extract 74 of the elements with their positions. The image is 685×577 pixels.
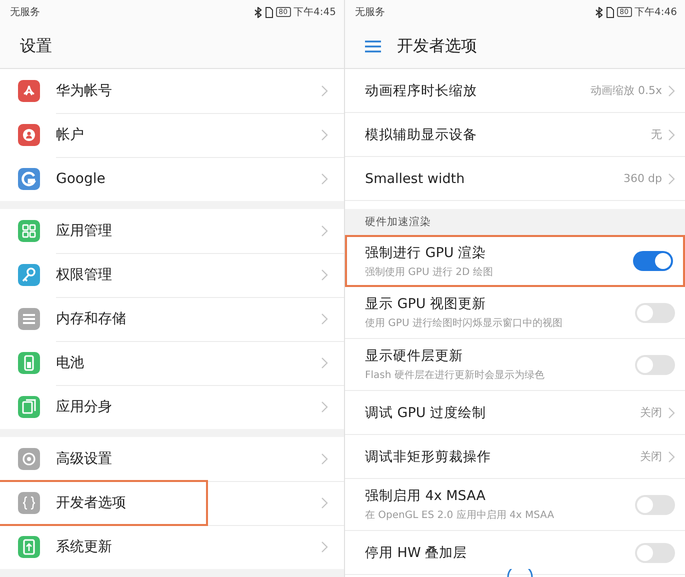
settings-item[interactable]: 权限管理: [56, 262, 112, 288]
option-title: Smallest width: [365, 170, 466, 186]
settings-item[interactable]: 内存和存储: [56, 306, 126, 332]
bluetooth-icon: [254, 6, 262, 18]
option-value: 关闭: [640, 449, 662, 464]
toggle-switch[interactable]: [635, 302, 675, 322]
sim-card-icon: [606, 6, 614, 18]
toggle-switch[interactable]: [635, 354, 675, 374]
carrier-text: 无服务: [355, 6, 385, 19]
settings-item[interactable]: 帐户: [56, 122, 84, 148]
chevron-right-icon: [321, 356, 328, 368]
developer-option-row[interactable]: 调试 GPU 过度绘制 关闭: [345, 391, 685, 435]
chevron-right-icon: [321, 268, 328, 280]
option-title: 动画程序时长缩放: [365, 82, 478, 100]
option-title: 模拟辅助显示设备: [365, 126, 478, 144]
option-title: 强制进行 GPU 渲染: [365, 244, 488, 262]
option-title: 调试 GPU 过度绘制: [365, 404, 488, 422]
chevron-right-icon: [668, 450, 675, 462]
toggle-switch[interactable]: [635, 494, 675, 514]
chevron-right-icon: [668, 128, 675, 140]
chevron-right-icon: [668, 406, 675, 418]
developer-option-row[interactable]: 强制启用 4x MSAA 在 OpenGL ES 2.0 应用中启用 4x MSAA: [345, 479, 685, 531]
option-value: 无: [651, 127, 662, 142]
settings-item[interactable]: 应用管理: [56, 218, 112, 244]
option-description: 强制使用 GPU 进行 2D 绘图: [365, 266, 494, 278]
developer-option-row[interactable]: 动画程序时长缩放 动画缩放 0.5x: [345, 69, 685, 113]
developer-option-row[interactable]: 显示 GPU 视图更新 使用 GPU 进行绘图时闪烁显示窗口中的视图: [345, 287, 685, 339]
option-title: 调试非矩形剪裁操作: [365, 448, 492, 466]
option-title: 显示 GPU 视图更新: [365, 295, 488, 313]
option-title: 显示硬件层更新: [365, 347, 464, 365]
developer-option-row[interactable]: 调试非矩形剪裁操作 关闭: [345, 435, 685, 479]
chevron-right-icon: [321, 173, 328, 185]
developer-option-row[interactable]: Smallest width 360 dp: [345, 157, 685, 201]
option-description: 使用 GPU 进行绘图时闪烁显示窗口中的视图: [365, 316, 564, 330]
developer-option-row[interactable]: 强制进行 GPU 渲染 强制使用 GPU 进行 2D 绘图: [345, 235, 685, 287]
option-title: 停用 HW 叠加层: [365, 544, 468, 562]
settings-item[interactable]: 开发者选项: [0, 482, 206, 524]
clock-text: 下午4:46: [634, 6, 677, 19]
option-title: 强制启用 4x MSAA: [365, 487, 486, 505]
settings-item[interactable]: 高级设置: [56, 446, 112, 472]
developer-option-row[interactable]: 显示硬件层更新 Flash 硬件层在进行更新时会显示为绿色: [345, 339, 685, 391]
chevron-right-icon: [321, 401, 328, 413]
toggle-switch[interactable]: [633, 251, 673, 271]
option-description: 在 OpenGL ES 2.0 应用中启用 4x MSAA: [365, 508, 556, 522]
chevron-right-icon: [321, 496, 328, 508]
carrier-text: 无服务: [10, 6, 40, 19]
chevron-right-icon: [321, 312, 328, 324]
home-button-icon[interactable]: [505, 569, 535, 577]
screen-title: 设置: [20, 36, 52, 56]
chevron-right-icon: [668, 84, 675, 96]
chevron-right-icon: [321, 128, 328, 140]
section-header: 硬件加速渲染: [365, 215, 431, 229]
bluetooth-icon: [594, 6, 603, 18]
chevron-right-icon: [321, 224, 328, 236]
settings-item[interactable]: 电池: [56, 350, 84, 376]
toggle-switch[interactable]: [635, 542, 675, 562]
sim-card-icon: [264, 6, 273, 18]
chevron-right-icon: [321, 84, 328, 96]
settings-item[interactable]: 华为帐号: [56, 78, 112, 104]
settings-item[interactable]: Google: [56, 167, 106, 191]
screen-title: 开发者选项: [397, 36, 477, 56]
developer-option-row[interactable]: 模拟辅助显示设备 无: [345, 113, 685, 157]
chevron-right-icon: [668, 172, 675, 184]
option-description: Flash 硬件层在进行更新时会显示为绿色: [365, 368, 546, 382]
developer-option-row[interactable]: 停用 HW 叠加层: [345, 531, 685, 575]
settings-item[interactable]: 系统更新: [56, 534, 112, 560]
option-value: 关闭: [640, 405, 662, 420]
chevron-right-icon: [321, 452, 328, 464]
settings-item[interactable]: 应用分身: [56, 394, 112, 420]
clock-text: 下午4:45: [294, 6, 336, 19]
option-value: 动画缩放 0.5x: [590, 83, 662, 98]
chevron-right-icon: [321, 541, 328, 553]
option-value: 360 dp: [624, 172, 662, 185]
menu-icon[interactable]: [365, 40, 381, 52]
